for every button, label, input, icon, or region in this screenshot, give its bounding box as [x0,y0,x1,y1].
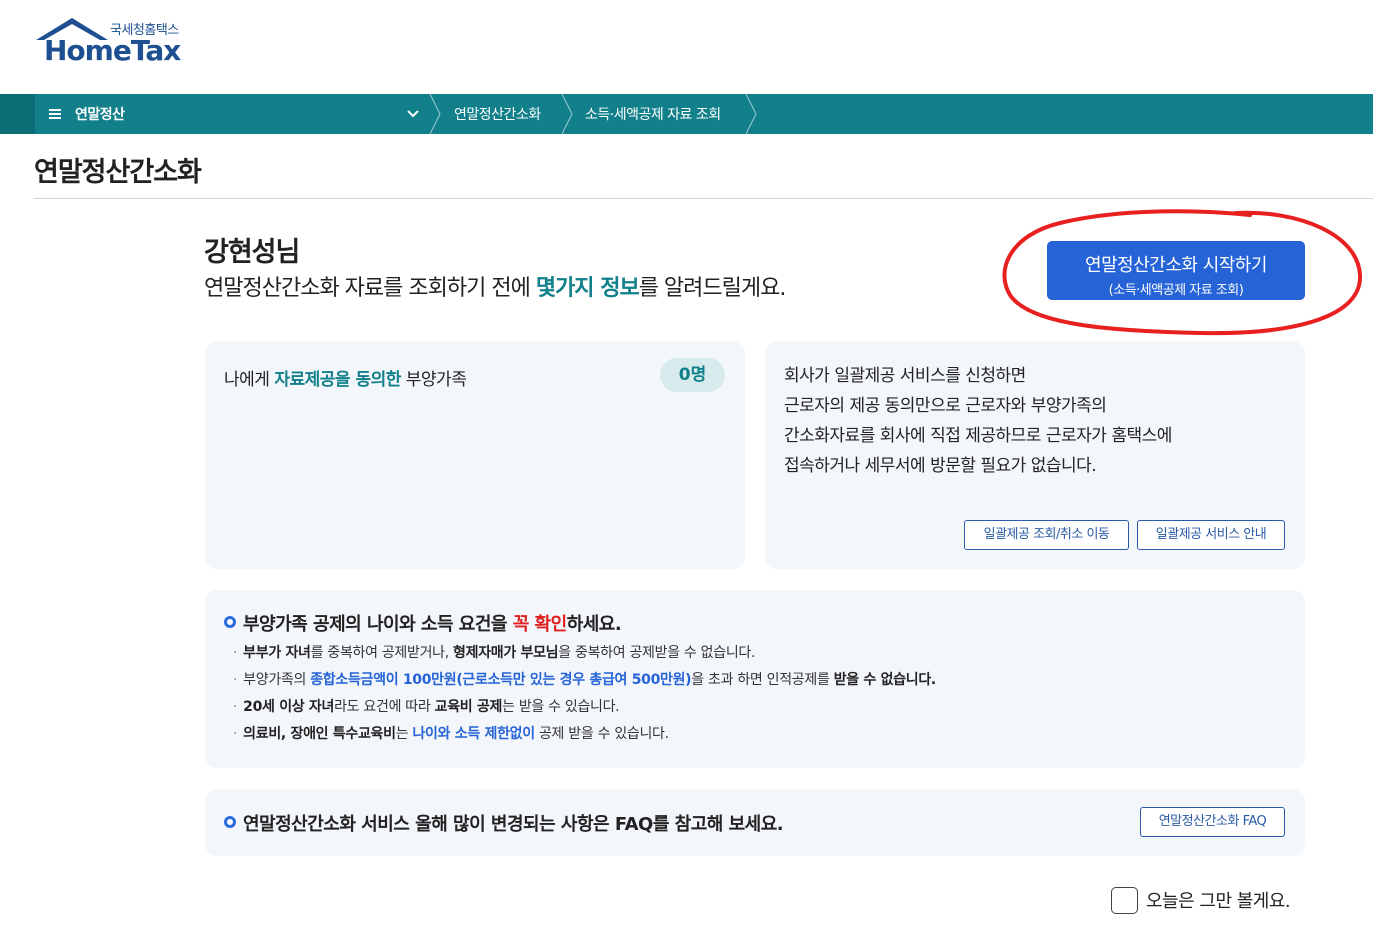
user-greeting-name: 강현성님 [204,237,300,268]
greeting-text-end: 를 알려드릴게요. [638,276,787,301]
logo-wordmark: HomeTax [44,34,181,67]
notice-heading-text: 부양가족 공제의 나이와 소득 요건을 [243,614,513,635]
dismiss-today-option[interactable]: 오늘은 그만 볼게요. [1111,886,1291,914]
main-navbar: 연말정산 연말정산간소화 소득·세액공제 자료 조회 [0,94,1373,134]
emphasis-text: 20세 이상 자녀 [243,699,335,715]
list-bullet: · [233,672,238,688]
faq-card: 연말정산간소화 서비스 올해 많이 변경되는 사항은 FAQ를 참고해 보세요.… [205,789,1305,856]
chevron-down-icon [407,110,419,118]
list-item: · 부양가족의 종합소득금액이 100만원(근로소득만 있는 경우 총급여 500… [233,667,936,694]
hometax-logo[interactable]: 국세청홈택스 HomeTax [34,16,194,68]
body-text: 공제 받을 수 있습니다. [534,726,669,742]
start-button-label: 연말정산간소화 시작하기 [1085,255,1267,276]
navbar-left-stub [0,94,35,134]
bulk-provision-card: 회사가 일괄제공 서비스를 신청하면 근로자의 제공 동의만으로 근로자와 부양… [765,341,1305,569]
dismiss-today-label: 오늘은 그만 볼게요. [1146,891,1291,912]
list-item: · 20세 이상 자녀라도 요건에 따라 교육비 공제는 받을 수 있습니다. [233,694,936,721]
bulk-description-line: 접속하거나 세무서에 방문할 필요가 없습니다. [784,456,1097,476]
faq-button[interactable]: 연말정산간소화 FAQ [1140,807,1285,837]
bulk-description-line: 근로자의 제공 동의만으로 근로자와 부양가족의 [784,396,1107,416]
consent-dependents-count-badge: 0명 [660,358,725,392]
notice-list: · 부부가 자녀를 중복하여 공제받거나, 형제자매가 부모님을 중복하여 공제받… [233,640,936,748]
highlight-text: 나이와 소득 제한없이 [412,726,535,742]
emphasis-text: 형제자매가 부모님 [453,645,559,661]
breadcrumb-separator-icon [745,94,757,134]
faq-message: 연말정산간소화 서비스 올해 많이 변경되는 사항은 FAQ를 참고해 보세요. [243,814,784,835]
greeting-highlight: 몇가지 정보 [535,276,640,301]
bulk-provision-description: 회사가 일괄제공 서비스를 신청하면 근로자의 제공 동의만으로 근로자와 부양… [784,361,1172,481]
emphasis-text: 교육비 공제 [434,699,503,715]
bulk-service-info-button[interactable]: 일괄제공 서비스 안내 [1137,520,1285,550]
breadcrumb-separator-icon [561,94,573,134]
bullet-ring-icon [224,616,236,628]
greeting-message: 연말정산간소화 자료를 조회하기 전에 몇가지 정보를 알려드릴게요. [204,270,787,302]
list-bullet: · [233,726,238,742]
list-bullet: · [233,645,238,661]
page-title: 연말정산간소화 [34,157,202,188]
body-text: 을 초과 하면 인적공제를 [691,672,834,688]
consent-dependents-card: 나에게 자료제공을 동의한 부양가족 0명 [205,341,745,569]
list-item: · 부부가 자녀를 중복하여 공제받거나, 형제자매가 부모님을 중복하여 공제받… [233,640,936,667]
notice-heading-emphasis: 꼭 확인 [512,614,567,635]
dismiss-today-checkbox[interactable] [1111,886,1138,914]
bulk-query-cancel-button[interactable]: 일괄제공 조회/취소 이동 [964,520,1129,550]
notice-heading-text-end: 하세요. [566,614,622,635]
breadcrumb-deduction-lookup[interactable]: 소득·세액공제 자료 조회 [585,94,721,134]
bulk-description-line: 회사가 일괄제공 서비스를 신청하면 [784,366,1026,386]
body-text: 는 받을 수 있습니다. [502,699,620,715]
emphasis-text: 받을 수 없습니다. [833,672,937,688]
body-text: 부양가족의 [243,672,311,688]
list-bullet: · [233,699,238,715]
body-text: 을 중복하여 공제받을 수 없습니다. [558,645,756,661]
start-button-sublabel: (소득·세액공제 자료 조회) [1108,283,1244,298]
consent-label-text: 나에게 [224,370,275,390]
breadcrumb-year-end-simplified[interactable]: 연말정산간소화 [454,94,541,134]
list-item: · 의료비, 장애인 특수교육비는 나이와 소득 제한없이 공제 받을 수 있습니… [233,721,936,748]
breadcrumb-separator-icon [429,94,441,134]
dependent-requirements-notice: 부양가족 공제의 나이와 소득 요건을 꼭 확인하세요. · 부부가 자녀를 중복… [205,590,1305,768]
body-text: 를 중복하여 공제받거나, [310,645,454,661]
highlight-text: 종합소득금액이 100만원(근로소득만 있는 경우 총급여 500만원) [310,672,692,688]
title-divider [34,198,1373,199]
bullet-ring-icon [224,816,236,828]
body-text: 라도 요건에 따라 [334,699,435,715]
greeting-text: 연말정산간소화 자료를 조회하기 전에 [204,276,536,301]
nav-menu-label: 연말정산 [75,107,125,123]
emphasis-text: 의료비, 장애인 특수교육비 [243,726,396,742]
notice-heading: 부양가족 공제의 나이와 소득 요건을 꼭 확인하세요. [243,610,622,636]
emphasis-text: 부부가 자녀 [243,645,311,661]
body-text: 는 [395,726,413,742]
consent-label-text-end: 부양가족 [400,370,467,390]
nav-menu-dropdown[interactable]: 연말정산 [35,94,430,134]
bulk-description-line: 간소화자료를 회사에 직접 제공하므로 근로자가 홈택스에 [784,426,1172,446]
hamburger-icon [49,109,61,119]
consent-dependents-label: 나에게 자료제공을 동의한 부양가족 [224,365,467,390]
start-simplified-service-button[interactable]: 연말정산간소화 시작하기 (소득·세액공제 자료 조회) [1047,241,1305,300]
consent-label-highlight: 자료제공을 동의한 [274,370,401,390]
